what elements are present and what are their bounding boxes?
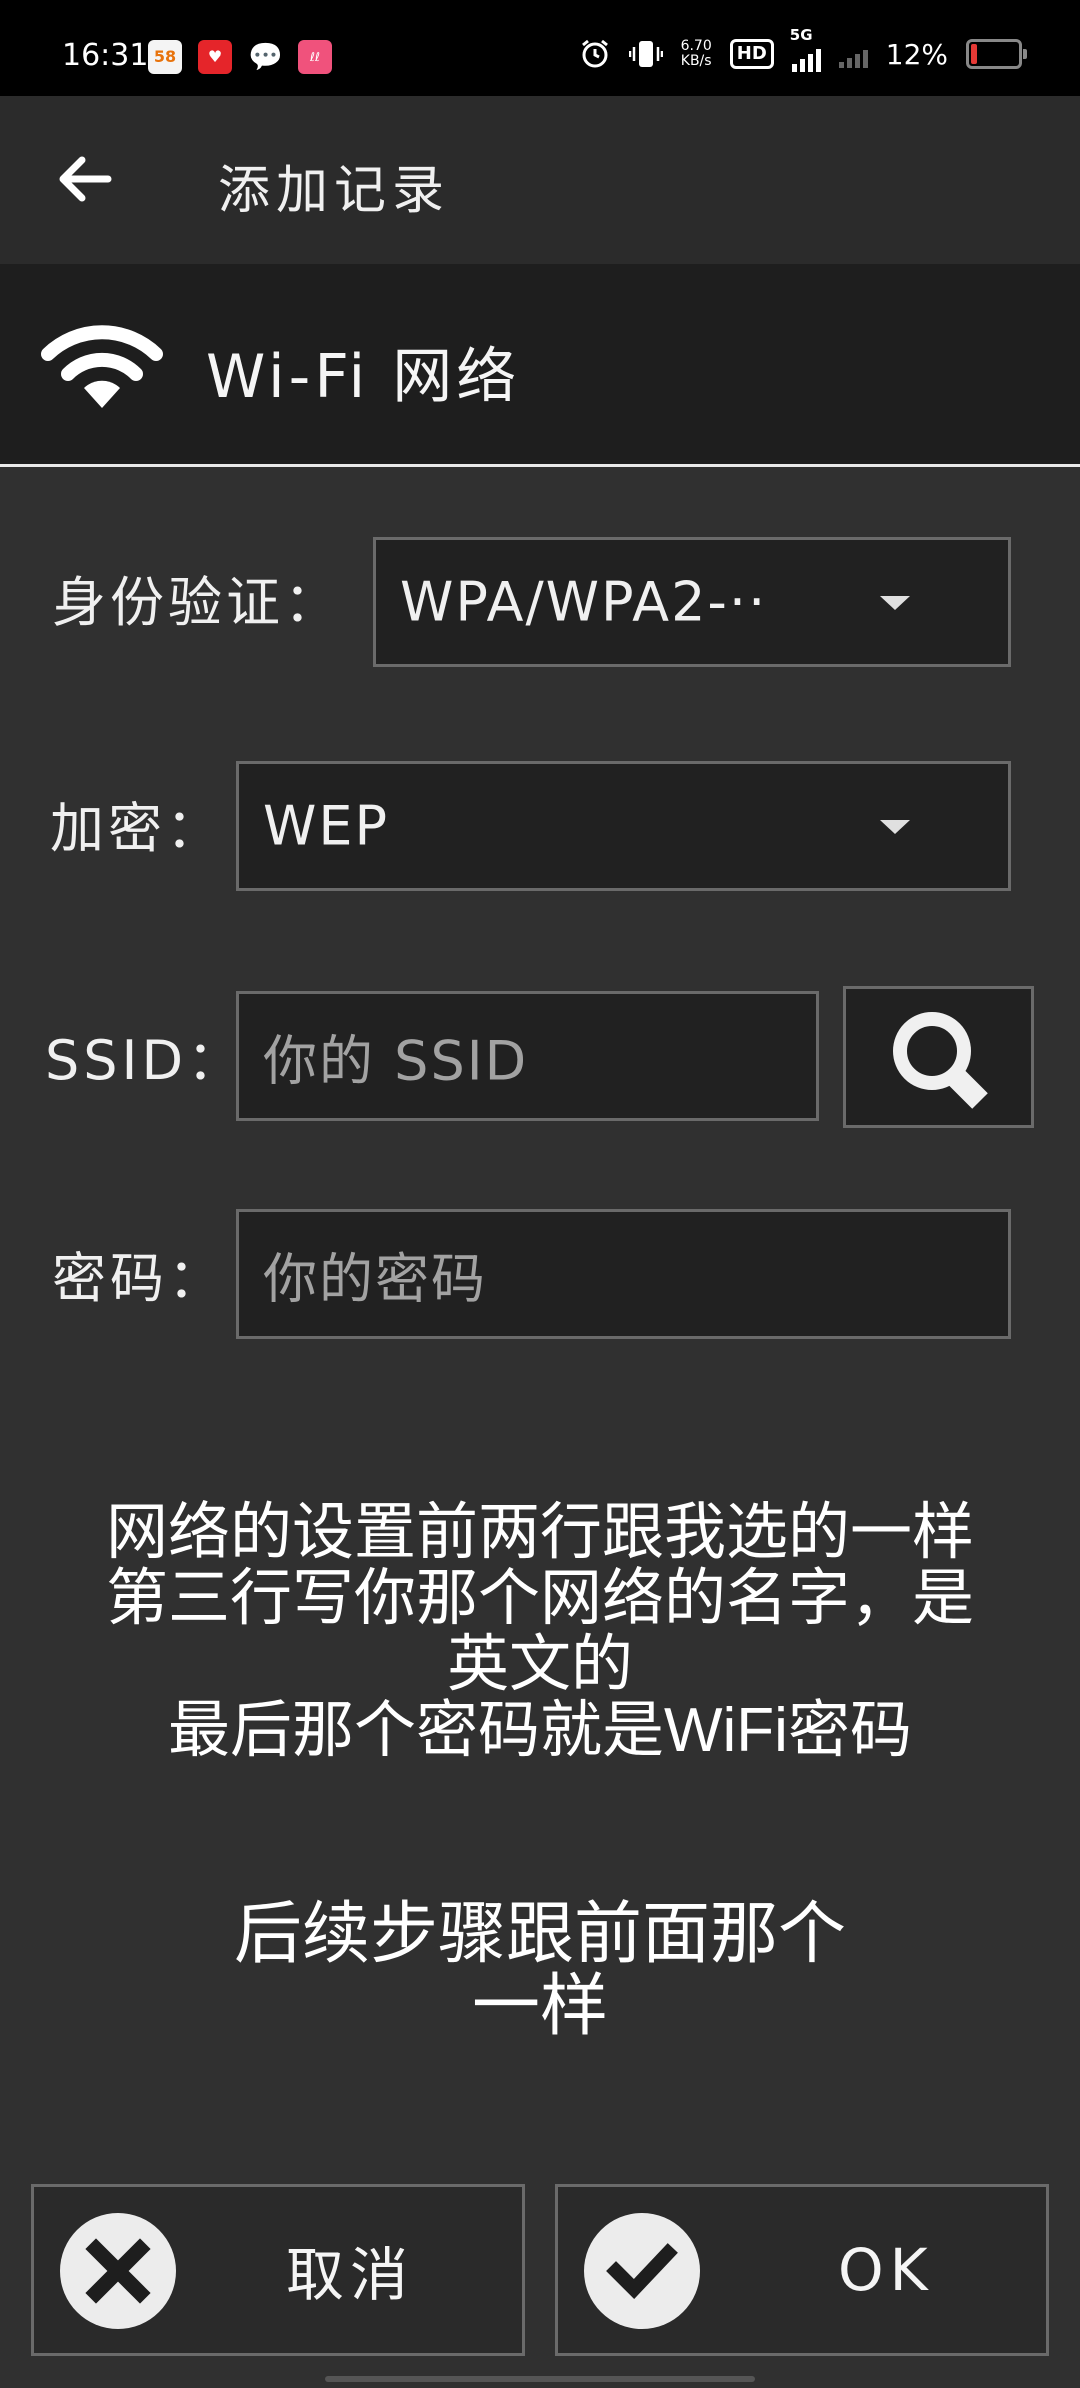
net-speed-value: 6.70 xyxy=(680,38,712,54)
encryption-value: WEP xyxy=(263,794,390,858)
section-title: Wi-Fi 网络 xyxy=(206,342,521,412)
network-type: 5G xyxy=(789,26,813,44)
password-label: 密码： xyxy=(52,1247,226,1310)
notification-icons: 58 ♥ 💬 ℓℓ xyxy=(148,40,332,74)
cancel-circle xyxy=(60,2213,176,2329)
note-line: 一样 xyxy=(471,1968,608,2044)
instruction-note-followup: 后续步骤跟前面那个 一样 xyxy=(0,1898,1080,2042)
ssid-label: SSID： xyxy=(45,1029,246,1092)
auth-select[interactable]: WPA/WPA2-·· xyxy=(373,537,1011,667)
status-time: 16:31 xyxy=(62,38,149,73)
ssid-search-button[interactable] xyxy=(843,986,1034,1128)
check-icon xyxy=(606,2243,678,2300)
cancel-label: 取消 xyxy=(286,2241,415,2309)
status-indicators: 6.70 KB/s HD 5G 12% xyxy=(579,26,1027,72)
pink-app-icon: ℓℓ xyxy=(298,40,332,74)
wechat-icon: 💬 xyxy=(248,40,283,73)
note-line: 网络的设置前两行跟我选的一样 xyxy=(105,1498,974,1567)
ssid-input[interactable]: 你的 SSID xyxy=(236,991,819,1121)
note-line: 英文的 xyxy=(446,1630,633,1699)
wifi-section-header: Wi-Fi 网络 xyxy=(0,264,1080,467)
arrow-left-icon xyxy=(59,156,112,202)
red-app-icon: ♥ xyxy=(198,40,232,74)
cancel-button[interactable]: 取消 xyxy=(31,2184,525,2356)
net-speed: 6.70 KB/s xyxy=(681,39,712,69)
close-icon xyxy=(85,2238,151,2304)
ok-circle xyxy=(584,2213,700,2329)
encryption-label: 加密： xyxy=(50,797,224,860)
search-icon xyxy=(893,1012,988,1109)
wifi-icon xyxy=(41,325,163,408)
back-button[interactable] xyxy=(48,142,122,216)
password-placeholder: 你的密码 xyxy=(263,1247,487,1311)
note-line: 第三行写你那个网络的名字，是 xyxy=(105,1564,974,1633)
auth-label: 身份验证： xyxy=(52,571,342,634)
note-line: 后续步骤跟前面那个 xyxy=(233,1896,846,1972)
password-input[interactable]: 你的密码 xyxy=(236,1209,1011,1339)
page-title: 添加记录 xyxy=(218,161,451,221)
vibrate-icon xyxy=(628,41,663,67)
app-bar: 添加记录 xyxy=(0,96,1080,264)
ssid-placeholder: 你的 SSID xyxy=(263,1029,529,1093)
encryption-select[interactable]: WEP xyxy=(236,761,1011,891)
home-indicator[interactable] xyxy=(325,2376,755,2382)
58-app-icon: 58 xyxy=(148,40,182,74)
ok-label: OK xyxy=(838,2236,934,2304)
note-line: 最后那个密码就是WiFi密码 xyxy=(168,1696,912,1765)
net-speed-unit: KB/s xyxy=(680,53,712,69)
battery-text: 12% xyxy=(885,37,948,71)
battery-icon xyxy=(966,39,1027,69)
signal-bars-secondary-icon xyxy=(838,40,868,68)
signal-5g: 5G xyxy=(790,26,821,72)
status-bar: 16:31 58 ♥ 💬 ℓℓ 6.70 KB/s HD 5G 12% xyxy=(0,0,1080,96)
hd-badge: HD xyxy=(729,39,774,69)
chevron-down-icon xyxy=(880,820,910,834)
alarm-icon xyxy=(581,39,608,68)
instruction-note: 网络的设置前两行跟我选的一样 第三行写你那个网络的名字，是 英文的 最后那个密码… xyxy=(0,1500,1080,1764)
chevron-down-icon xyxy=(880,596,910,610)
ok-button[interactable]: OK xyxy=(555,2184,1049,2356)
auth-value: WPA/WPA2-·· xyxy=(400,570,768,634)
